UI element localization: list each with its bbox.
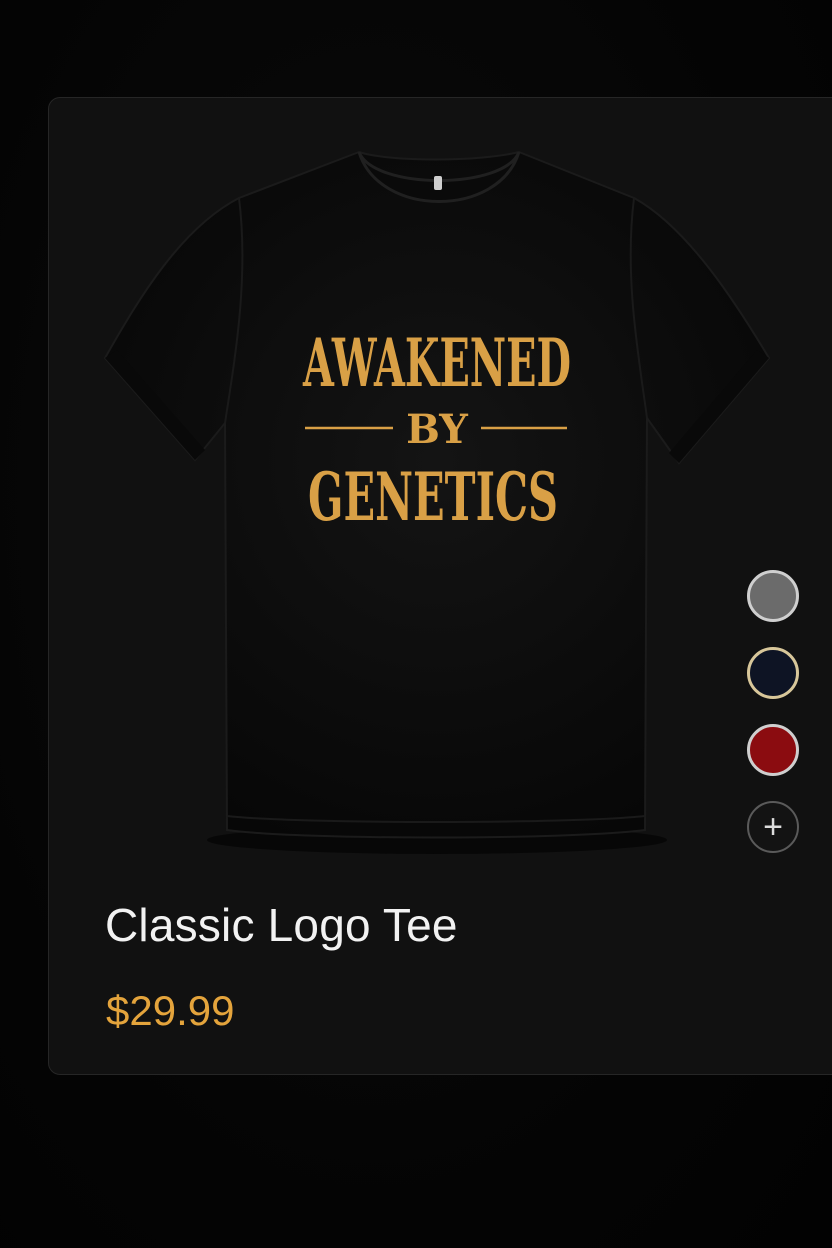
print-line-awakened: AWAKENED <box>302 324 571 402</box>
swatch-red[interactable] <box>747 724 799 776</box>
add-color-button[interactable]: + <box>747 801 799 853</box>
product-price: $29.99 <box>106 987 235 1034</box>
page: AWAKENED BY GENETICS + Classic Logo Tee … <box>0 0 832 1248</box>
product-image[interactable]: AWAKENED BY GENETICS <box>49 98 832 878</box>
plus-icon: + <box>763 808 783 846</box>
product-card[interactable]: AWAKENED BY GENETICS + Classic Logo Tee … <box>48 97 832 1075</box>
color-swatch-list: + <box>747 570 807 878</box>
print-line-by: BY <box>406 406 468 453</box>
product-title[interactable]: Classic Logo Tee <box>105 898 458 952</box>
tshirt-illustration: AWAKENED BY GENETICS <box>103 150 771 854</box>
swatch-navy[interactable] <box>747 647 799 699</box>
print-line-genetics: GENETICS <box>308 458 558 536</box>
label-tag-icon <box>434 176 442 190</box>
swatch-gray[interactable] <box>747 570 799 622</box>
